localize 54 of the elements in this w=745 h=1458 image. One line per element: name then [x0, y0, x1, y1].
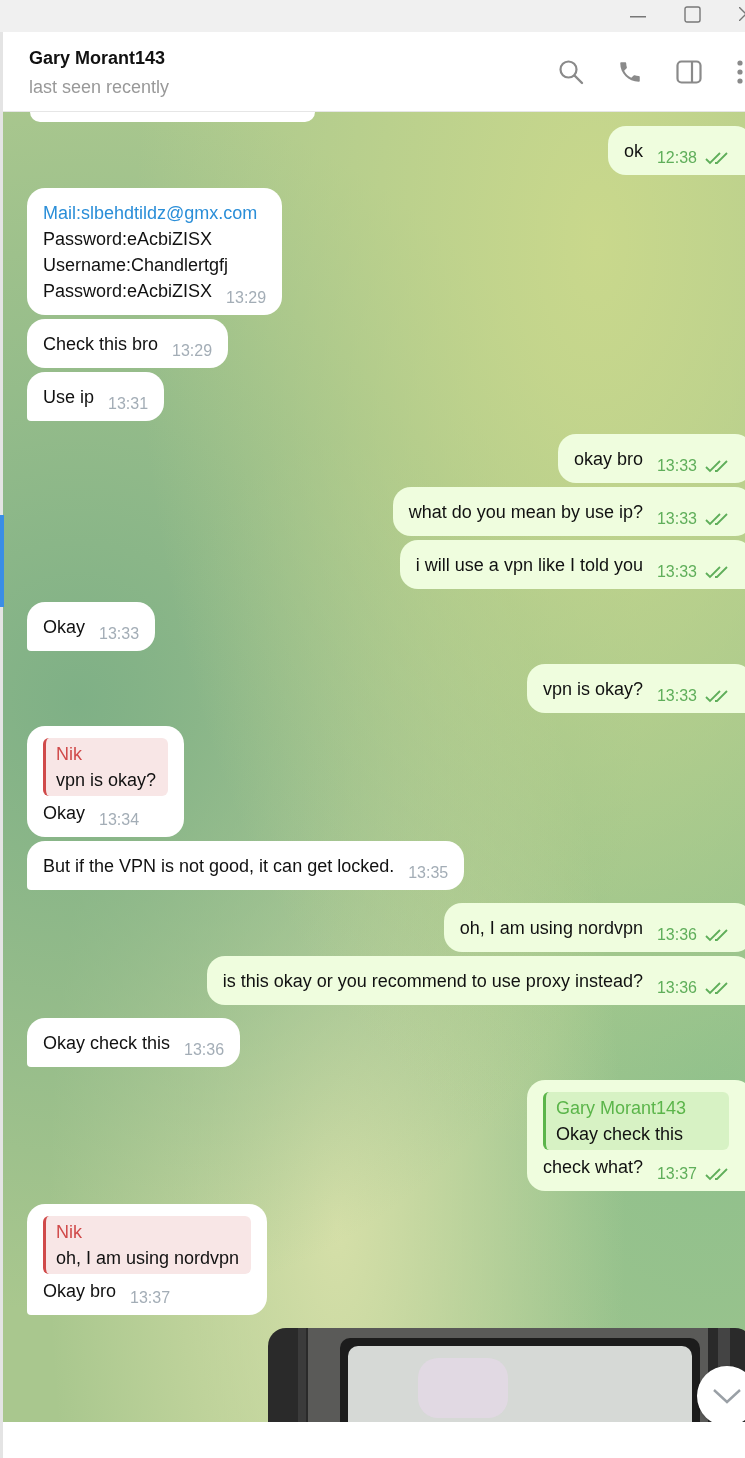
message-text: Check this bro [43, 333, 159, 356]
message-time: 13:29 [226, 288, 267, 308]
message-time: 13:33 [99, 624, 140, 644]
reply-text: vpn is okay? [56, 769, 157, 792]
reply-quote[interactable]: Nik oh, I am using nordvpn [43, 1216, 252, 1274]
message-text: Username:Chandlertgfj [43, 255, 229, 275]
message-text: Password:eAcbiZISX [43, 280, 213, 303]
email-link[interactable]: Mail:slbehdtildz@gmx.com [43, 203, 258, 223]
message-text: Use ip [43, 386, 95, 409]
reply-quote[interactable]: Gary Morant143 Okay check this [542, 1092, 729, 1150]
message-text: Okay [43, 616, 85, 639]
message-time: 13:36 [184, 1040, 225, 1060]
minimize-icon[interactable] [630, 15, 646, 18]
message-time: 13:33 [656, 456, 697, 476]
message-text: Okay check this [43, 1032, 171, 1055]
message-text: Okay [43, 802, 85, 825]
message-time: 13:33 [656, 509, 697, 529]
message-time: 13:29 [172, 341, 213, 361]
message-text: But if the VPN is not good, it can get locked. [43, 855, 395, 878]
contact-name: Gary Morant143 [29, 47, 166, 70]
message-text: check what? [542, 1156, 643, 1179]
search-icon[interactable] [558, 59, 584, 85]
chevron-down-icon [712, 1388, 742, 1404]
reply-author: Nik [56, 1221, 83, 1244]
message-time: 12:38 [656, 148, 697, 168]
message-time: 13:36 [656, 925, 697, 945]
more-icon[interactable] [735, 59, 745, 85]
message-text: okay bro [573, 448, 643, 471]
message-text: oh, I am using nordvpn [459, 917, 643, 940]
reply-quote[interactable]: Nik vpn is okay? [43, 738, 169, 796]
reply-text: Okay check this [555, 1123, 684, 1146]
message-time: 13:31 [108, 394, 149, 414]
phone-icon[interactable] [617, 59, 643, 85]
close-icon[interactable] [739, 7, 745, 21]
message-time: 13:33 [656, 562, 697, 582]
reply-text: oh, I am using nordvpn [56, 1247, 240, 1270]
message-text: ok [623, 140, 643, 163]
message-text: vpn is okay? [542, 678, 643, 701]
message-time: 13:33 [656, 686, 697, 706]
message-time: 13:37 [656, 1164, 697, 1184]
message-text: is this okay or you recommend to use proxy instead? [222, 970, 643, 993]
last-seen-status: last seen recently [29, 76, 170, 99]
message-time: 13:35 [408, 863, 449, 883]
message-text: i will use a vpn like I told you [415, 554, 643, 577]
message-text: Password:eAcbiZISX [43, 229, 213, 249]
reply-author: Nik [56, 743, 83, 766]
reply-author: Gary Morant143 [555, 1097, 687, 1120]
message-time: 13:37 [130, 1288, 171, 1308]
message-time: 13:34 [99, 810, 140, 830]
sidebar-icon[interactable] [676, 60, 702, 84]
message-time: 13:36 [656, 978, 697, 998]
message-text: Okay bro [43, 1280, 117, 1303]
message-text: what do you mean by use ip? [408, 501, 643, 524]
maximize-icon[interactable] [684, 6, 701, 23]
